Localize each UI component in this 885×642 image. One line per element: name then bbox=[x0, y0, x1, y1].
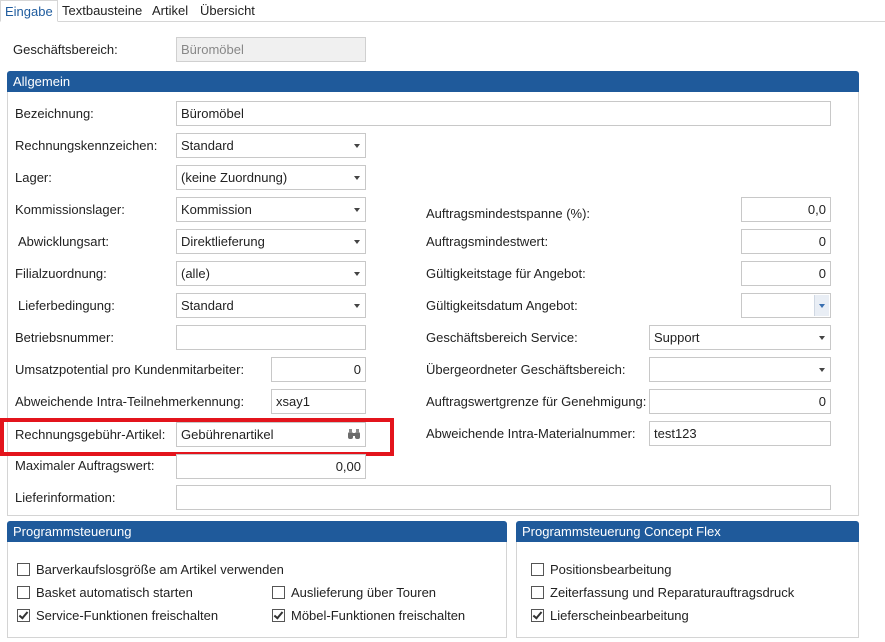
kommissionslager-label: Kommissionslager: bbox=[15, 202, 125, 217]
wertgrenze-input[interactable]: 0 bbox=[649, 389, 831, 414]
chevron-down-icon bbox=[354, 304, 360, 308]
checkbox-auslieferung-label: Auslieferung über Touren bbox=[291, 585, 437, 600]
calendar-dropdown-icon[interactable] bbox=[814, 295, 829, 316]
uebergeordnet-label: Übergeordneter Geschäftsbereich: bbox=[426, 362, 626, 377]
tab-bar: Eingabe Textbausteine Artikel Übersicht bbox=[0, 0, 885, 22]
max-auftragswert-label: Maximaler Auftragswert: bbox=[15, 458, 155, 473]
checkbox-zeiterfassung[interactable] bbox=[531, 586, 544, 599]
checkbox-barverkauf[interactable] bbox=[17, 563, 30, 576]
rechnungskennzeichen-label: Rechnungskennzeichen: bbox=[15, 138, 158, 153]
auftragsmindestwert-label: Auftragsmindestwert: bbox=[426, 234, 549, 249]
section-concept-flex-header: Programmsteuerung Concept Flex bbox=[516, 521, 859, 542]
chevron-down-icon bbox=[354, 176, 360, 180]
tab-eingabe[interactable]: Eingabe bbox=[0, 0, 58, 22]
gb-service-value: Support bbox=[654, 330, 700, 345]
tab-uebersicht[interactable]: Übersicht bbox=[196, 0, 259, 22]
checkbox-positionsbearbeitung[interactable] bbox=[531, 563, 544, 576]
betriebsnummer-input[interactable] bbox=[176, 325, 366, 350]
checkbox-basket[interactable] bbox=[17, 586, 30, 599]
checkbox-service[interactable] bbox=[17, 609, 30, 622]
rechnungsgebuehr-lookup[interactable]: Gebührenartikel bbox=[176, 422, 366, 447]
checkbox-barverkauf-label: Barverkaufslosgröße am Artikel verwenden bbox=[36, 562, 284, 577]
abwicklungsart-label: Abwicklungsart: bbox=[18, 234, 110, 249]
rechnungskennzeichen-value: Standard bbox=[181, 138, 234, 153]
lieferinformation-input[interactable] bbox=[176, 485, 831, 510]
chevron-down-icon bbox=[819, 368, 825, 372]
binoculars-icon[interactable] bbox=[347, 429, 361, 440]
lieferbedingung-label: Lieferbedingung: bbox=[18, 298, 115, 313]
abwicklungsart-value: Direktlieferung bbox=[181, 234, 265, 249]
lieferbedingung-select[interactable]: Standard bbox=[176, 293, 366, 318]
intra-teilnehmer-label: Abweichende Intra-Teilnehmerkennung: bbox=[15, 394, 245, 409]
gb-service-label: Geschäftsbereich Service: bbox=[426, 330, 578, 345]
lieferinformation-label: Lieferinformation: bbox=[15, 490, 116, 505]
checkbox-lieferscheinbearbeitung-label: Lieferscheinbearbeitung bbox=[550, 608, 689, 623]
section-allgemein-header: Allgemein bbox=[7, 71, 859, 92]
kommissionslager-value: Kommission bbox=[181, 202, 252, 217]
checkbox-moebel[interactable] bbox=[272, 609, 285, 622]
wertgrenze-label: Auftragswertgrenze für Genehmigung: bbox=[426, 394, 647, 409]
auftragsmindestspanne-label: Auftragsmindestspanne (%): bbox=[426, 206, 591, 221]
uebergeordnet-select[interactable] bbox=[649, 357, 831, 382]
checkbox-basket-label: Basket automatisch starten bbox=[36, 585, 193, 600]
filialzuordnung-select[interactable]: (alle) bbox=[176, 261, 366, 286]
umsatzpotential-label: Umsatzpotential pro Kundenmitarbeiter: bbox=[15, 362, 245, 377]
lager-value: (keine Zuordnung) bbox=[181, 170, 288, 185]
abwicklungsart-select[interactable]: Direktlieferung bbox=[176, 229, 366, 254]
bezeichnung-input[interactable]: Büromöbel bbox=[176, 101, 831, 126]
checkbox-positionsbearbeitung-label: Positionsbearbeitung bbox=[550, 562, 672, 577]
gueltigkeitsdatum-label: Gültigkeitsdatum Angebot: bbox=[426, 298, 578, 313]
gueltigkeitstage-input[interactable]: 0 bbox=[741, 261, 831, 286]
geschaeftsbereich-field: Büromöbel bbox=[176, 37, 366, 62]
gueltigkeitstage-label: Gültigkeitstage für Angebot: bbox=[426, 266, 586, 281]
rechnungsgebuehr-value: Gebührenartikel bbox=[181, 427, 274, 442]
intra-teilnehmer-input[interactable]: xsay1 bbox=[271, 389, 366, 414]
chevron-down-icon bbox=[354, 144, 360, 148]
tab-artikel[interactable]: Artikel bbox=[148, 0, 192, 22]
checkbox-service-label: Service-Funktionen freischalten bbox=[36, 608, 219, 623]
intra-material-input[interactable]: test123 bbox=[649, 421, 831, 446]
geschaeftsbereich-label: Geschäftsbereich: bbox=[13, 42, 118, 57]
rechnungskennzeichen-select[interactable]: Standard bbox=[176, 133, 366, 158]
betriebsnummer-label: Betriebsnummer: bbox=[15, 330, 114, 345]
lager-label: Lager: bbox=[15, 170, 52, 185]
rechnungsgebuehr-label: Rechnungsgebühr-Artikel: bbox=[15, 427, 166, 442]
tab-textbausteine[interactable]: Textbausteine bbox=[58, 0, 146, 22]
chevron-down-icon bbox=[354, 240, 360, 244]
kommissionslager-select[interactable]: Kommission bbox=[176, 197, 366, 222]
lieferbedingung-value: Standard bbox=[181, 298, 234, 313]
chevron-down-icon bbox=[819, 336, 825, 340]
auftragsmindestspanne-input[interactable]: 0,0 bbox=[741, 197, 831, 222]
auftragsmindestwert-input[interactable]: 0 bbox=[741, 229, 831, 254]
filialzuordnung-value: (alle) bbox=[181, 266, 210, 281]
gueltigkeitsdatum-picker[interactable] bbox=[741, 293, 831, 318]
chevron-down-icon bbox=[354, 272, 360, 276]
umsatzpotential-input[interactable]: 0 bbox=[271, 357, 366, 382]
filialzuordnung-label: Filialzuordnung: bbox=[15, 266, 107, 281]
max-auftragswert-input[interactable]: 0,00 bbox=[176, 454, 366, 479]
section-programmsteuerung-header: Programmsteuerung bbox=[7, 521, 507, 542]
checkbox-moebel-label: Möbel-Funktionen freischalten bbox=[291, 608, 466, 623]
lager-select[interactable]: (keine Zuordnung) bbox=[176, 165, 366, 190]
checkbox-zeiterfassung-label: Zeiterfassung und Reparaturauftragsdruck bbox=[550, 585, 795, 600]
gb-service-select[interactable]: Support bbox=[649, 325, 831, 350]
chevron-down-icon bbox=[354, 208, 360, 212]
bezeichnung-label: Bezeichnung: bbox=[15, 106, 94, 121]
checkbox-lieferscheinbearbeitung[interactable] bbox=[531, 609, 544, 622]
checkbox-auslieferung[interactable] bbox=[272, 586, 285, 599]
intra-material-label: Abweichende Intra-Materialnummer: bbox=[426, 426, 636, 441]
